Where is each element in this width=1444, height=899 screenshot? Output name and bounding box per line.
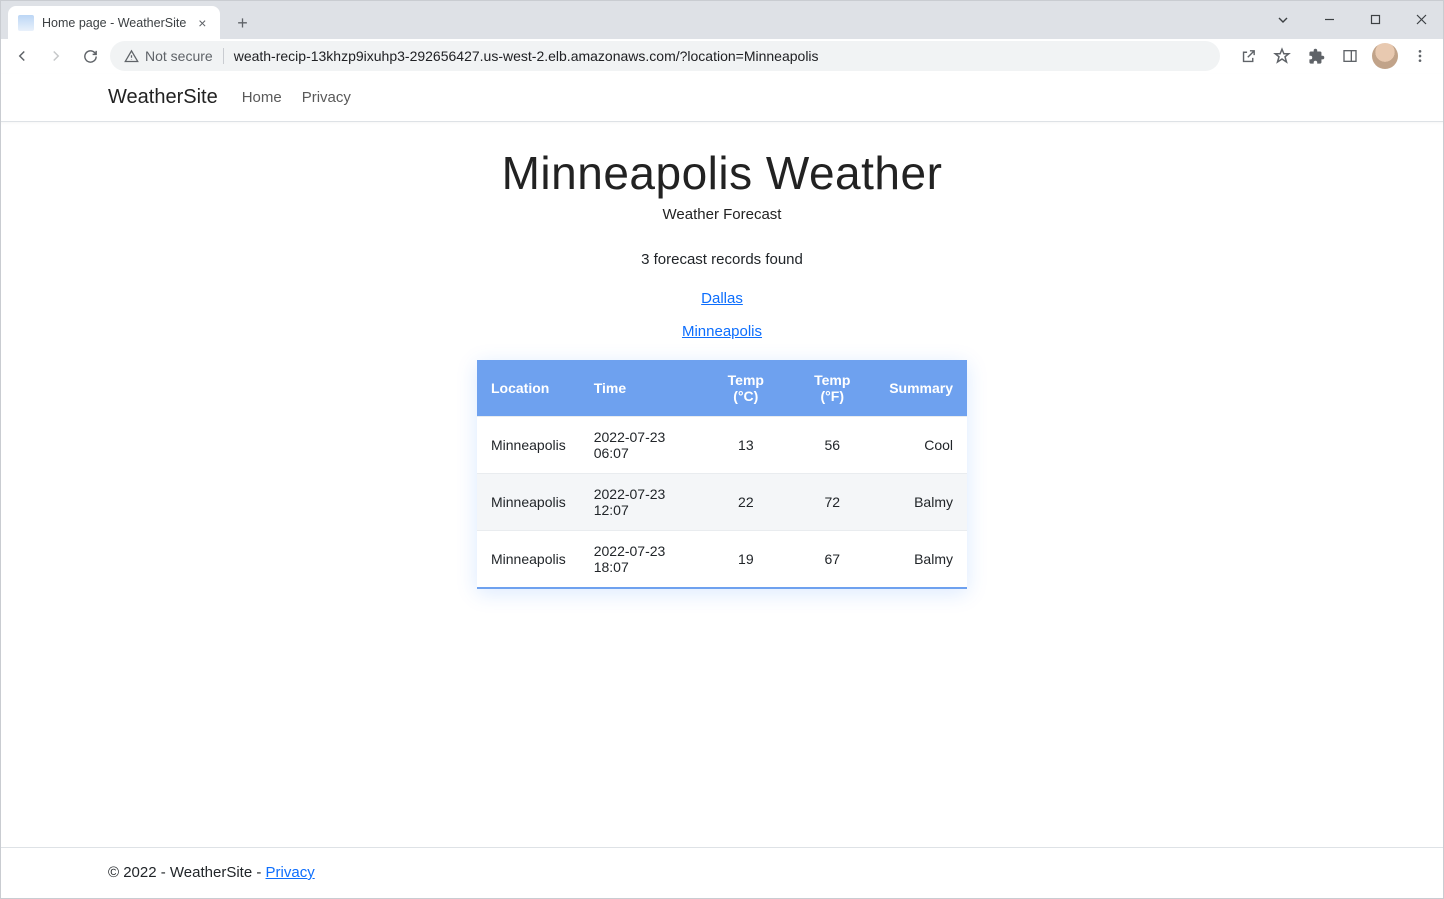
browser-chrome: Home page - WeatherSite × + Not secure w… bbox=[0, 0, 1444, 74]
bookmark-icon[interactable] bbox=[1266, 42, 1298, 70]
site-navbar: WeatherSite Home Privacy bbox=[0, 74, 1444, 122]
menu-icon[interactable] bbox=[1404, 42, 1436, 70]
toolbar-right bbox=[1232, 42, 1436, 70]
th-temp-f: Temp (°F) bbox=[789, 360, 875, 417]
cell-location: Minneapolis bbox=[477, 474, 580, 531]
page-subtitle: Weather Forecast bbox=[663, 206, 782, 223]
cell-summary: Balmy bbox=[875, 474, 967, 531]
cell-temp-f: 72 bbox=[789, 474, 875, 531]
cell-time: 2022-07-23 12:07 bbox=[580, 474, 703, 531]
close-window-button[interactable] bbox=[1398, 0, 1444, 39]
main-content: Minneapolis Weather Weather Forecast 3 f… bbox=[0, 122, 1444, 847]
share-icon[interactable] bbox=[1232, 42, 1264, 70]
nav-link-privacy[interactable]: Privacy bbox=[302, 89, 351, 106]
maximize-button[interactable] bbox=[1352, 0, 1398, 39]
brand[interactable]: WeatherSite bbox=[108, 86, 218, 109]
footer-text: © 2022 - WeatherSite - bbox=[108, 864, 266, 881]
cell-time: 2022-07-23 06:07 bbox=[580, 417, 703, 474]
location-link-minneapolis[interactable]: Minneapolis bbox=[682, 323, 762, 340]
separator bbox=[223, 48, 224, 64]
tab-strip: Home page - WeatherSite × + bbox=[0, 0, 1444, 39]
reload-button[interactable] bbox=[76, 42, 104, 70]
security-indicator[interactable]: Not secure bbox=[124, 48, 213, 64]
th-temp-c: Temp (°C) bbox=[702, 360, 789, 417]
forecast-table: Location Time Temp (°C) Temp (°F) Summar… bbox=[477, 360, 967, 589]
extensions-icon[interactable] bbox=[1300, 42, 1332, 70]
address-bar[interactable]: Not secure weath-recip-13khzp9ixuhp3-292… bbox=[110, 41, 1220, 71]
cell-temp-f: 56 bbox=[789, 417, 875, 474]
location-link-dallas[interactable]: Dallas bbox=[701, 290, 743, 307]
browser-toolbar: Not secure weath-recip-13khzp9ixuhp3-292… bbox=[0, 39, 1444, 74]
side-panel-icon[interactable] bbox=[1334, 42, 1366, 70]
window-controls bbox=[1260, 0, 1444, 39]
table-header-row: Location Time Temp (°C) Temp (°F) Summar… bbox=[477, 360, 967, 417]
cell-temp-f: 67 bbox=[789, 531, 875, 589]
cell-location: Minneapolis bbox=[477, 531, 580, 589]
cell-summary: Cool bbox=[875, 417, 967, 474]
th-location: Location bbox=[477, 360, 580, 417]
tab-title: Home page - WeatherSite bbox=[42, 16, 186, 30]
cell-temp-c: 22 bbox=[702, 474, 789, 531]
new-tab-button[interactable]: + bbox=[228, 9, 256, 37]
cell-temp-c: 13 bbox=[702, 417, 789, 474]
browser-tab[interactable]: Home page - WeatherSite × bbox=[8, 6, 220, 39]
warning-icon bbox=[124, 49, 139, 64]
cell-temp-c: 19 bbox=[702, 531, 789, 589]
close-tab-icon[interactable]: × bbox=[194, 13, 210, 33]
back-button[interactable] bbox=[8, 42, 36, 70]
footer: © 2022 - WeatherSite - Privacy bbox=[0, 847, 1444, 899]
chevron-down-icon[interactable] bbox=[1260, 0, 1306, 39]
cell-location: Minneapolis bbox=[477, 417, 580, 474]
minimize-button[interactable] bbox=[1306, 0, 1352, 39]
security-label: Not secure bbox=[145, 48, 213, 64]
records-found: 3 forecast records found bbox=[641, 251, 803, 268]
forward-button bbox=[42, 42, 70, 70]
cell-time: 2022-07-23 18:07 bbox=[580, 531, 703, 589]
th-summary: Summary bbox=[875, 360, 967, 417]
cell-summary: Balmy bbox=[875, 531, 967, 589]
page-title: Minneapolis Weather bbox=[502, 146, 943, 200]
th-time: Time bbox=[580, 360, 703, 417]
table-row: Minneapolis2022-07-23 18:071967Balmy bbox=[477, 531, 967, 589]
table-row: Minneapolis2022-07-23 06:071356Cool bbox=[477, 417, 967, 474]
footer-privacy-link[interactable]: Privacy bbox=[266, 864, 315, 881]
profile-avatar[interactable] bbox=[1372, 43, 1398, 69]
url-text: weath-recip-13khzp9ixuhp3-292656427.us-w… bbox=[234, 48, 819, 64]
favicon-icon bbox=[18, 15, 34, 31]
table-row: Minneapolis2022-07-23 12:072272Balmy bbox=[477, 474, 967, 531]
nav-link-home[interactable]: Home bbox=[242, 89, 282, 106]
